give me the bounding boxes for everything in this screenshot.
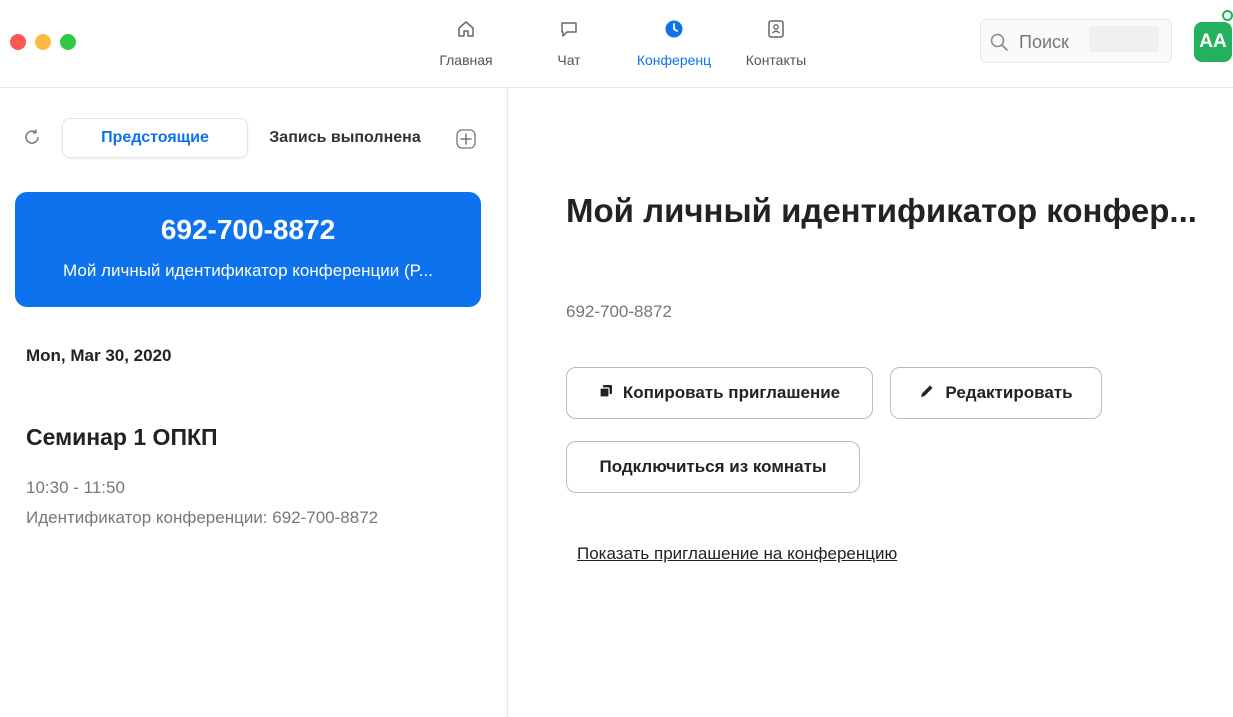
refresh-icon[interactable] xyxy=(23,128,41,151)
segment-recorded[interactable]: Запись выполнена xyxy=(248,118,442,158)
home-icon xyxy=(455,18,477,40)
meeting-time: 10:30 - 11:50 xyxy=(26,478,125,497)
window-controls xyxy=(10,34,76,50)
zoom-window-button[interactable] xyxy=(60,34,76,50)
join-from-room-label: Подключиться из комнаты xyxy=(599,457,827,476)
meetings-list-panel: Предстоящие Запись выполнена 692-700-887… xyxy=(0,88,508,717)
date-header: Mon, Mar 30, 2020 xyxy=(26,346,172,365)
top-bar: Главная Чат Конференц Контакты Поиск AA xyxy=(0,0,1233,88)
tab-home[interactable]: Главная xyxy=(421,18,511,68)
tab-contacts-label: Контакты xyxy=(745,52,807,68)
clock-icon xyxy=(663,18,685,40)
segment-upcoming[interactable]: Предстоящие xyxy=(62,118,248,158)
show-invitation-link[interactable]: Показать приглашение на конференцию xyxy=(577,544,897,564)
close-window-button[interactable] xyxy=(10,34,26,50)
copy-invitation-button[interactable]: Копировать приглашение xyxy=(566,367,873,419)
avatar[interactable]: AA xyxy=(1194,22,1232,62)
meeting-type-segmented-control: Предстоящие Запись выполнена xyxy=(62,118,442,158)
meeting-title[interactable]: Семинар 1 ОПКП xyxy=(26,424,218,451)
join-from-room-button[interactable]: Подключиться из комнаты xyxy=(566,441,860,493)
meeting-id-line: Идентификатор конференции: 692-700-8872 xyxy=(26,508,379,527)
chat-bubble-icon xyxy=(558,18,580,40)
add-meeting-icon[interactable] xyxy=(455,128,477,155)
pencil-icon xyxy=(919,383,935,404)
contacts-icon xyxy=(765,18,787,40)
search-input[interactable]: Поиск xyxy=(980,19,1172,63)
copy-invitation-label: Копировать приглашение xyxy=(622,383,841,402)
edit-button[interactable]: Редактировать xyxy=(890,367,1102,419)
search-placeholder: Поиск xyxy=(1019,32,1069,52)
tab-contacts[interactable]: Контакты xyxy=(731,18,821,68)
tab-chat[interactable]: Чат xyxy=(524,18,614,68)
pmi-card-name: Мой личный идентификатор конференции (P.… xyxy=(63,261,433,280)
pmi-card-meeting-id: 692-700-8872 xyxy=(160,214,336,245)
detail-meeting-id: 692-700-8872 xyxy=(566,302,672,321)
detail-title: Мой личный идентификатор конфер... xyxy=(566,192,1197,229)
tab-meetings-label: Конференц xyxy=(636,52,712,68)
copy-icon xyxy=(599,383,613,403)
search-icon xyxy=(989,32,1009,57)
search-redacted-area xyxy=(1089,26,1159,52)
tab-chat-label: Чат xyxy=(557,52,581,68)
minimize-window-button[interactable] xyxy=(35,34,51,50)
status-indicator xyxy=(1222,10,1233,21)
tab-meetings[interactable]: Конференц xyxy=(629,18,719,68)
personal-meeting-id-card[interactable]: 692-700-8872 Мой личный идентификатор ко… xyxy=(15,192,481,307)
tab-home-label: Главная xyxy=(439,52,493,68)
edit-label: Редактировать xyxy=(945,383,1073,402)
